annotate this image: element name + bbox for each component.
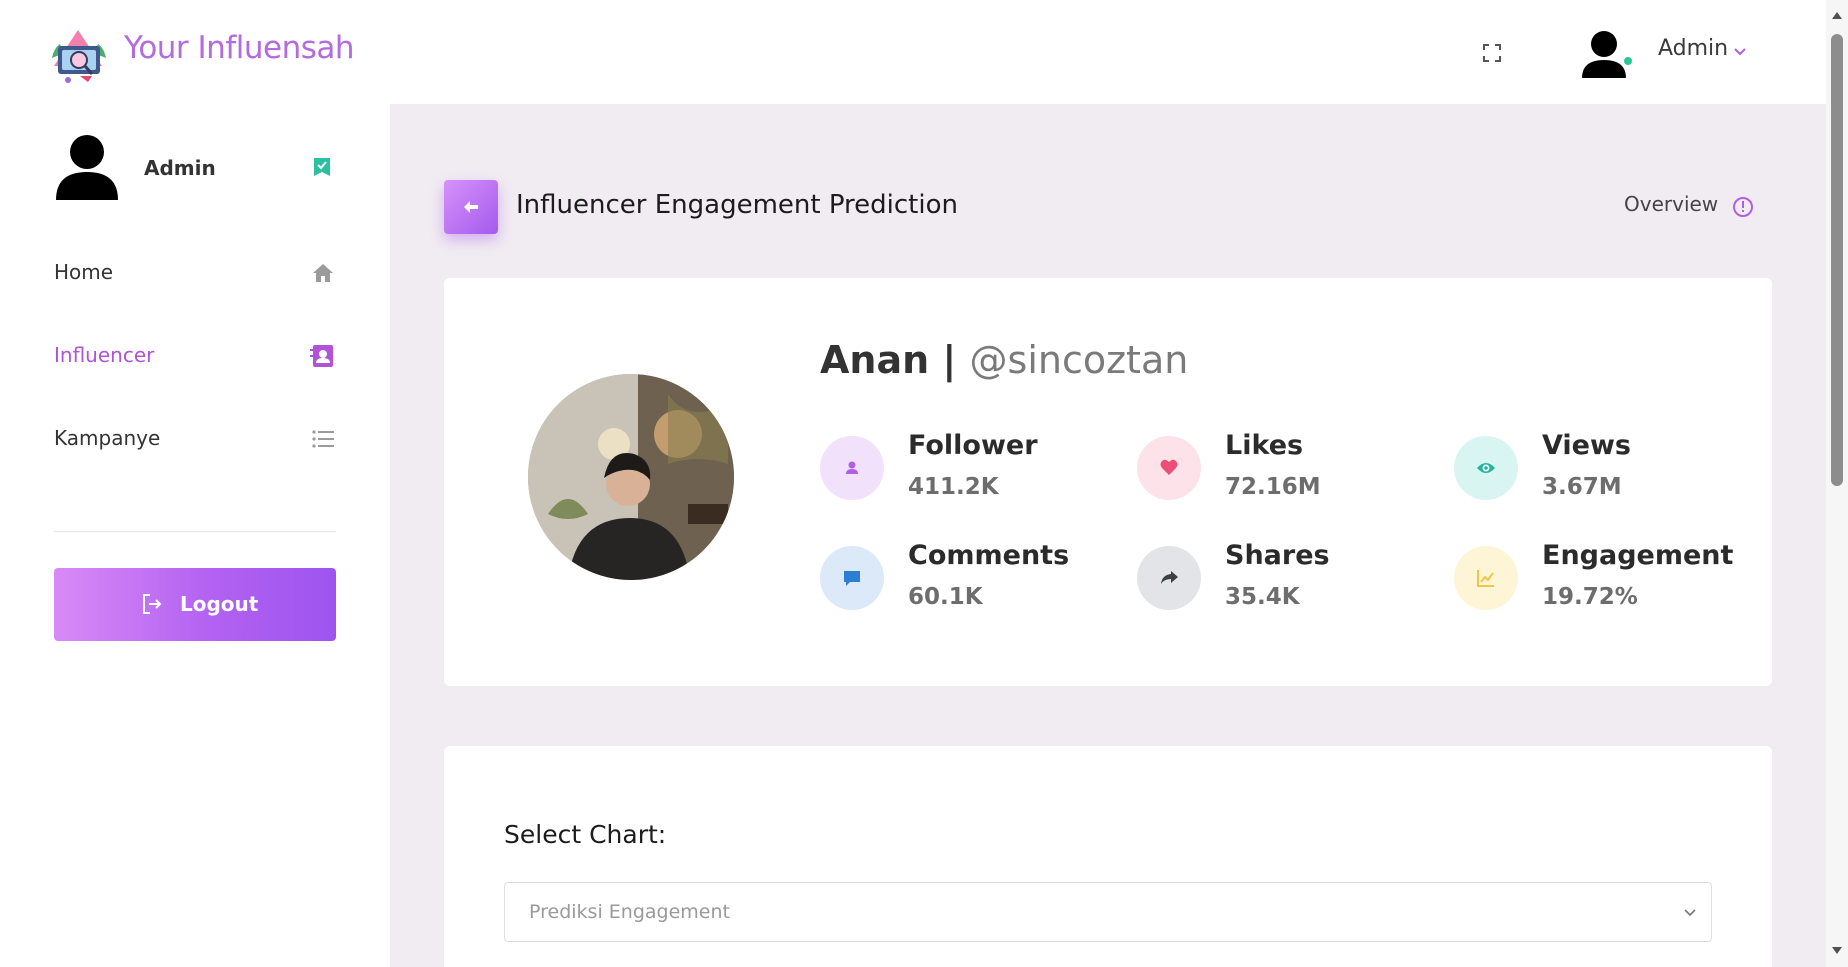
sidebar-user-name: Admin [144, 156, 216, 180]
sidebar-item-label: Home [54, 260, 114, 284]
list-icon [312, 430, 334, 448]
logout-button[interactable]: Logout [54, 568, 336, 641]
stat-views: Views 3.67M [1454, 430, 1754, 510]
stat-comments: Comments 60.1K [820, 540, 1120, 620]
stat-follower: Follower 411.2K [820, 430, 1120, 510]
arrow-left-icon [464, 201, 478, 213]
stat-icon-circle [1137, 436, 1201, 500]
stat-shares: Shares 35.4K [1137, 540, 1437, 620]
sidebar-item-kampanye[interactable]: Kampanye [54, 418, 336, 458]
stat-value: 72.16M [1225, 474, 1321, 500]
page-scrollbar[interactable] [1826, 0, 1848, 967]
brand-logo [52, 30, 106, 83]
user-menu-name[interactable]: Admin [1658, 36, 1728, 61]
overview-link[interactable]: Overview [1624, 192, 1718, 216]
brand-name: Your Influensah [124, 30, 355, 66]
back-button[interactable] [444, 180, 498, 234]
profile-photo [528, 374, 734, 580]
sidebar: Admin Home Influencer Kampanye Logout [0, 104, 390, 967]
stat-icon-circle [1137, 546, 1201, 610]
share-icon [1161, 571, 1178, 584]
contact-book-icon [310, 345, 333, 367]
chart-line-icon [1477, 570, 1494, 587]
select-chart-label: Select Chart: [504, 820, 667, 849]
avatar [56, 135, 118, 200]
stat-value: 3.67M [1542, 474, 1622, 500]
user-icon [846, 461, 858, 474]
comment-icon [844, 571, 860, 586]
eye-icon [1477, 463, 1495, 473]
fullscreen-icon[interactable] [1482, 43, 1502, 63]
scroll-down-arrow-icon[interactable] [1831, 946, 1843, 956]
stat-label: Engagement [1542, 540, 1734, 571]
chart-select[interactable]: Prediksi Engagement [504, 882, 1712, 942]
stat-label: Follower [908, 430, 1038, 461]
logout-label: Logout [180, 592, 259, 616]
stat-value: 35.4K [1225, 584, 1300, 610]
online-status-dot [1622, 55, 1634, 67]
sidebar-item-label: Kampanye [54, 426, 161, 450]
stat-icon-circle [1454, 546, 1518, 610]
stat-icon-circle [1454, 436, 1518, 500]
info-icon[interactable] [1732, 196, 1754, 218]
main-content: Influencer Engagement Prediction Overvie… [390, 104, 1826, 967]
stat-label: Comments [908, 540, 1070, 571]
sidebar-divider [54, 531, 336, 532]
verified-badge-icon [314, 158, 330, 176]
sidebar-item-home[interactable]: Home [54, 252, 336, 292]
home-icon [313, 264, 333, 282]
stat-icon-circle [820, 436, 884, 500]
chart-card: Select Chart: Prediksi Engagement [444, 746, 1772, 967]
scroll-up-arrow-icon[interactable] [1831, 10, 1843, 20]
stat-value: 60.1K [908, 584, 983, 610]
stat-icon-circle [820, 546, 884, 610]
sidebar-item-influencer[interactable]: Influencer [54, 335, 336, 375]
sidebar-item-label: Influencer [54, 343, 155, 367]
avatar[interactable] [1578, 26, 1634, 82]
chevron-down-icon [1684, 909, 1696, 917]
stat-engagement: Engagement 19.72% [1454, 540, 1754, 620]
top-bar: Your Influensah Admin [0, 0, 1826, 104]
stat-label: Likes [1225, 430, 1304, 461]
page-title: Influencer Engagement Prediction [516, 190, 958, 220]
logout-icon [143, 594, 162, 614]
chevron-down-icon[interactable] [1733, 44, 1747, 58]
influencer-display-name: Anan [820, 338, 930, 382]
stat-label: Views [1542, 430, 1632, 461]
name-separator: | [942, 338, 957, 382]
stat-likes: Likes 72.16M [1137, 430, 1437, 510]
chart-select-value: Prediksi Engagement [529, 901, 730, 923]
stat-label: Shares [1225, 540, 1330, 571]
scrollbar-thumb[interactable] [1831, 34, 1843, 486]
stat-value: 19.72% [1542, 584, 1638, 610]
influencer-handle: @sincoztan [969, 338, 1189, 382]
stat-value: 411.2K [908, 474, 999, 500]
influencer-name: Anan | @sincoztan [820, 338, 1188, 382]
profile-card: Anan | @sincoztan Follower 411.2K Likes [444, 278, 1772, 686]
heart-icon [1160, 459, 1178, 475]
